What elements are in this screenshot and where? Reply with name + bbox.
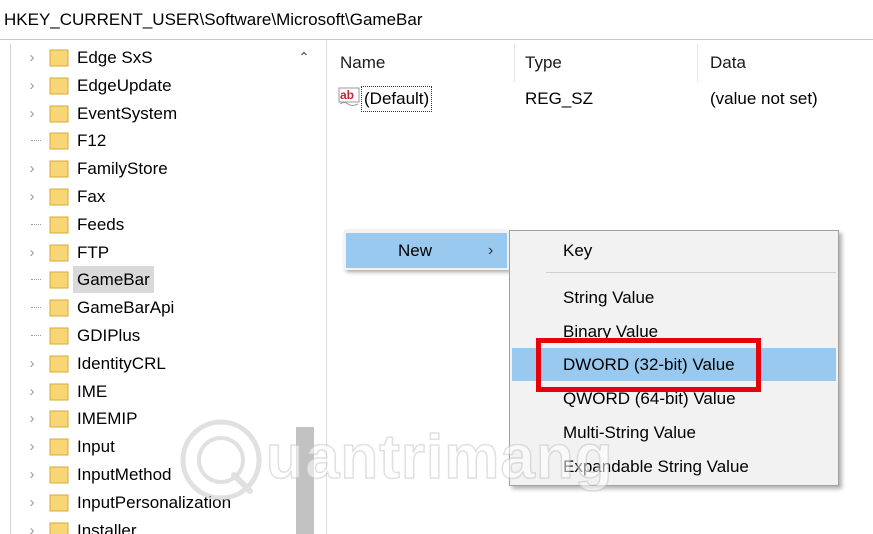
tree-item-label: Fax: [77, 187, 106, 206]
value-type-cell: REG_SZ: [525, 89, 594, 108]
folder-icon: [49, 522, 69, 534]
tree-item[interactable]: › FamilyStore: [11, 155, 301, 182]
tree-item-label: GameBar: [73, 266, 154, 294]
tree-item[interactable]: › EventSystem: [11, 100, 301, 127]
submenu-item[interactable]: String Value: [512, 281, 836, 314]
watermark-logo-icon: [180, 419, 262, 501]
scroll-up-arrow-icon[interactable]: ⌃: [292, 44, 316, 68]
expand-chevron-icon[interactable]: ›: [25, 378, 39, 405]
folder-icon: [49, 327, 69, 345]
menu-item-new[interactable]: New ›: [346, 233, 507, 268]
tree-item[interactable]: Feeds: [11, 211, 301, 238]
tree-item[interactable]: › Fax: [11, 183, 301, 210]
tree-item-label: EdgeUpdate: [77, 75, 172, 95]
tree-item[interactable]: › Edge SxS: [11, 44, 301, 71]
expand-chevron-icon[interactable]: ›: [25, 489, 39, 516]
folder-icon: [49, 466, 69, 484]
expand-chevron-icon[interactable]: ›: [25, 183, 39, 210]
tree-connector: [31, 223, 41, 226]
expand-chevron-icon[interactable]: ›: [25, 72, 39, 99]
folder-icon: [49, 410, 69, 428]
folder-icon: [49, 299, 69, 317]
tree-item-label: IMEMIP: [77, 409, 138, 429]
watermark: uantrimang: [176, 415, 706, 505]
tree-item-label: Edge SxS: [77, 48, 153, 67]
folder-icon: [49, 383, 69, 401]
column-header-type[interactable]: Type: [525, 44, 562, 82]
tree-item[interactable]: › Installer: [11, 517, 301, 534]
expand-chevron-icon[interactable]: ›: [25, 44, 39, 71]
submenu-item-label: String Value: [563, 288, 655, 307]
tree-item[interactable]: GameBarApi: [11, 294, 301, 321]
tree-item-label: Installer: [77, 520, 137, 534]
tree-item[interactable]: GDIPlus: [11, 322, 301, 349]
column-separator[interactable]: [514, 44, 515, 82]
tree-item-label: IdentityCRL: [77, 353, 166, 373]
tree-item-label: GDIPlus: [77, 326, 141, 345]
address-bar[interactable]: HKEY_CURRENT_USER\Software\Microsoft\Gam…: [0, 0, 873, 40]
folder-icon: [49, 77, 69, 95]
folder-icon: [49, 244, 69, 262]
annotation-highlight-box: [536, 338, 761, 392]
submenu-arrow-icon: ›: [488, 242, 494, 259]
expand-chevron-icon[interactable]: ›: [25, 461, 39, 488]
value-data-cell: (value not set): [710, 89, 818, 108]
svg-text:ab: ab: [340, 88, 354, 102]
tree-item-label: F12: [77, 131, 107, 151]
tree-item-label: Feeds: [77, 214, 125, 234]
value-name-default[interactable]: (Default): [361, 86, 433, 112]
column-header-data[interactable]: Data: [710, 44, 746, 82]
column-separator[interactable]: [697, 44, 698, 82]
expand-chevron-icon[interactable]: ›: [25, 350, 39, 377]
column-header-name[interactable]: Name: [340, 44, 385, 82]
tree-item[interactable]: › FTP: [11, 239, 301, 266]
folder-icon: [49, 132, 69, 150]
context-menu: New ›: [344, 230, 509, 270]
expand-chevron-icon[interactable]: ›: [25, 405, 39, 432]
tree-item-label: Input: [77, 437, 115, 457]
tree-item-label: InputMethod: [77, 465, 172, 484]
folder-icon: [49, 160, 69, 178]
tree-item-label: FTP: [77, 242, 110, 262]
tree-connector: [31, 335, 41, 337]
expand-chevron-icon[interactable]: ›: [25, 433, 39, 460]
expand-chevron-icon[interactable]: ›: [25, 155, 39, 182]
expand-chevron-icon[interactable]: ›: [25, 239, 39, 266]
tree-item[interactable]: › IdentityCRL: [11, 350, 301, 377]
menu-separator: [546, 272, 836, 273]
tree-item-label: FamilyStore: [77, 159, 168, 179]
tree-connector: [31, 279, 41, 281]
tree-item-label: GameBarApi: [77, 298, 175, 318]
folder-icon: [49, 49, 69, 67]
folder-icon: [49, 494, 69, 512]
tree-item[interactable]: › EdgeUpdate: [11, 72, 301, 99]
tree-item[interactable]: F12: [11, 127, 301, 154]
string-value-icon: ab: [338, 87, 360, 106]
tree-item[interactable]: GameBar: [11, 266, 301, 294]
watermark-text: uantrimang: [265, 423, 614, 492]
tree-item[interactable]: › IME: [11, 378, 301, 405]
folder-icon: [49, 438, 69, 456]
folder-icon: [49, 271, 69, 289]
submenu-item-label: Key: [563, 241, 593, 260]
folder-icon: [49, 355, 69, 373]
tree-item-label: IME: [77, 381, 108, 401]
folder-icon: [49, 216, 69, 234]
folder-icon: [49, 105, 69, 123]
expand-chevron-icon[interactable]: ›: [25, 517, 39, 534]
tree-item-label: EventSystem: [77, 103, 178, 123]
menu-item-new-label: New: [398, 241, 433, 260]
tree-connector: [31, 307, 41, 309]
expand-chevron-icon[interactable]: ›: [25, 100, 39, 127]
folder-icon: [49, 188, 69, 206]
tree-connector: [31, 140, 41, 142]
submenu-item-key[interactable]: Key: [512, 234, 836, 267]
